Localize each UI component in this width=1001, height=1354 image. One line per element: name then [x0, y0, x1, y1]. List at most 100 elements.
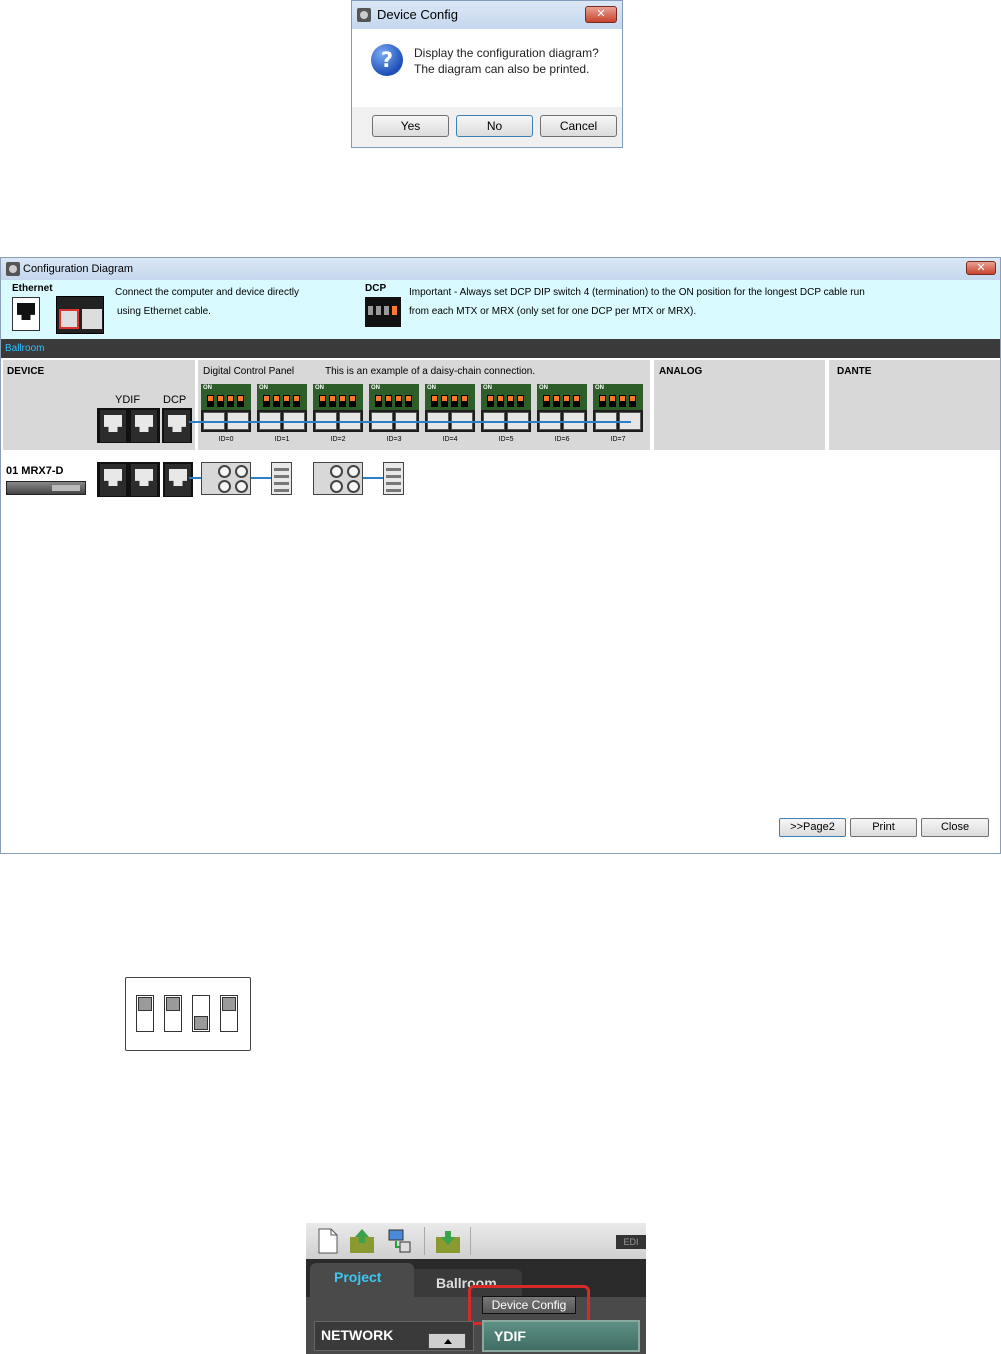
scroll-up-icon[interactable]: [428, 1333, 466, 1349]
print-button[interactable]: Print: [850, 818, 917, 837]
dcp-panel: ON: [537, 384, 587, 434]
dip-switch-icon: ON: [425, 384, 475, 410]
dip-switch-2: [164, 995, 182, 1032]
dip-switch-3: [192, 995, 210, 1032]
open-folder-icon[interactable]: [348, 1227, 376, 1255]
room-label: Ballroom: [1, 339, 1000, 358]
ethernet-port-icon: [12, 297, 40, 331]
dialog-title: Device Config: [377, 7, 458, 22]
dialog-message: Display the configuration diagram? The d…: [414, 45, 599, 77]
dcp-panel: ON: [481, 384, 531, 434]
dip-switch-icon: [365, 297, 401, 327]
device-name: 01 MRX7-D: [6, 465, 64, 477]
daisy-chain-cable: [189, 421, 631, 423]
config-title: Configuration Diagram: [23, 263, 134, 275]
dcp-panel: ON: [201, 384, 251, 434]
yes-button[interactable]: Yes: [372, 115, 449, 137]
page2-button[interactable]: >>Page2: [779, 818, 846, 837]
toolbar-separator: [470, 1227, 471, 1255]
tab-project[interactable]: Project: [310, 1263, 414, 1297]
dcp-column-note: This is an example of a daisy-chain conn…: [325, 366, 536, 377]
dcp-button-panel: [271, 462, 292, 495]
dcp-id-label: ID=7: [610, 436, 626, 443]
dcp-button-panel: [383, 462, 404, 495]
dcp-cable: [189, 477, 201, 479]
ydif-out-port-icon: [130, 463, 158, 497]
config-close-icon[interactable]: ✕: [966, 261, 996, 275]
configuration-diagram-window: Configuration Diagram ✕ Ethernet Connect…: [0, 257, 1001, 854]
config-title-bar[interactable]: Configuration Diagram ✕: [1, 258, 1000, 280]
ethernet-heading: Ethernet: [12, 283, 53, 294]
cancel-button[interactable]: Cancel: [540, 115, 617, 137]
dip-switch-knob: [166, 997, 180, 1011]
dip-switch-icon: ON: [537, 384, 587, 410]
ydif-label: YDIF: [115, 394, 141, 406]
dcp-panel: ON: [313, 384, 363, 434]
dcp-panel: ON: [593, 384, 643, 434]
dip-switch-knob: [138, 997, 152, 1011]
dialog-body: ? Display the configuration diagram? The…: [352, 29, 622, 107]
dialog-title-bar[interactable]: Device Config ✕: [352, 1, 622, 29]
device-config-dialog: Device Config ✕ ? Display the configurat…: [351, 0, 623, 148]
new-file-icon[interactable]: [314, 1227, 342, 1255]
dcp-id-label: ID=0: [218, 436, 234, 443]
dcp-port-icon: [163, 409, 191, 443]
editor-toolbar-crop: EDI Ballroom Project Device Config NETWO…: [306, 1223, 646, 1354]
dip-switch-figure: [125, 977, 251, 1051]
dcp-text-line-2: from each MTX or MRX (only set for one D…: [409, 306, 697, 317]
toolbar: EDI: [306, 1223, 646, 1259]
ydif-in-port-icon: [99, 409, 127, 443]
dip-switch-icon: ON: [369, 384, 419, 410]
no-button[interactable]: No: [456, 115, 533, 137]
dcp-id-label: ID=4: [442, 436, 458, 443]
dip-switch-knob: [194, 1016, 208, 1030]
close-button[interactable]: Close: [921, 818, 989, 837]
dialog-close-button[interactable]: ✕: [585, 6, 617, 23]
app-icon: [357, 8, 371, 22]
ethernet-text-line-1: Connect the computer and device directly: [115, 287, 299, 298]
device-dcp-port: [163, 462, 193, 497]
ethernet-text-line-2: using Ethernet cable.: [117, 306, 211, 317]
dcp-text-line-1: Important - Always set DCP DIP switch 4 …: [409, 287, 865, 298]
dip-switch-icon: ON: [481, 384, 531, 410]
device-config-button[interactable]: Device Config: [482, 1296, 576, 1314]
dcp-id-label: ID=5: [498, 436, 514, 443]
dcp-port: [162, 408, 192, 443]
network-computer-icon[interactable]: [386, 1227, 414, 1255]
device-column-label: DEVICE: [7, 366, 45, 377]
dcp-knob-panel: [313, 462, 363, 495]
dcp-panel: ON: [425, 384, 475, 434]
ydif-in-port-icon: [99, 463, 127, 497]
dialog-message-line-1: Display the configuration diagram?: [414, 46, 599, 60]
dante-column: DANTE: [829, 360, 1000, 450]
question-icon: ?: [371, 44, 403, 76]
info-band: Ethernet Connect the computer and device…: [1, 280, 1000, 339]
dcp-id-label: ID=1: [274, 436, 290, 443]
dip-switch-icon: ON: [257, 384, 307, 410]
dcp-id-label: ID=2: [330, 436, 346, 443]
dcp-heading: DCP: [365, 283, 387, 294]
dcp-column-label: Digital Control Panel: [203, 366, 295, 377]
dcp-port-icon: [164, 463, 192, 497]
mrx7d-device-icon: [6, 481, 86, 495]
save-folder-icon[interactable]: [434, 1227, 462, 1255]
dcp-panel: ON: [257, 384, 307, 434]
ydif-out-port-icon: [130, 409, 158, 443]
dialog-message-line-2: The diagram can also be printed.: [414, 62, 590, 76]
device-ydif-ports: [97, 462, 160, 497]
dip-switch-icon: ON: [313, 384, 363, 410]
dip-switch-icon: ON: [201, 384, 251, 410]
analog-column-label: ANALOG: [659, 366, 703, 377]
dip-switch-4: [220, 995, 238, 1032]
analog-column: ANALOG: [654, 360, 825, 450]
dip-switch-1: [136, 995, 154, 1032]
dante-column-label: DANTE: [837, 366, 872, 377]
dcp-id-label: ID=3: [386, 436, 402, 443]
ydif-ports: [97, 408, 160, 443]
dcp-cable: [363, 477, 383, 479]
dcp-port-label: DCP: [163, 394, 187, 406]
dip-switch-icon: ON: [593, 384, 643, 410]
dcp-panel: ON: [369, 384, 419, 434]
ydif-tab[interactable]: YDIF: [482, 1320, 640, 1352]
dcp-id-label: ID=6: [554, 436, 570, 443]
